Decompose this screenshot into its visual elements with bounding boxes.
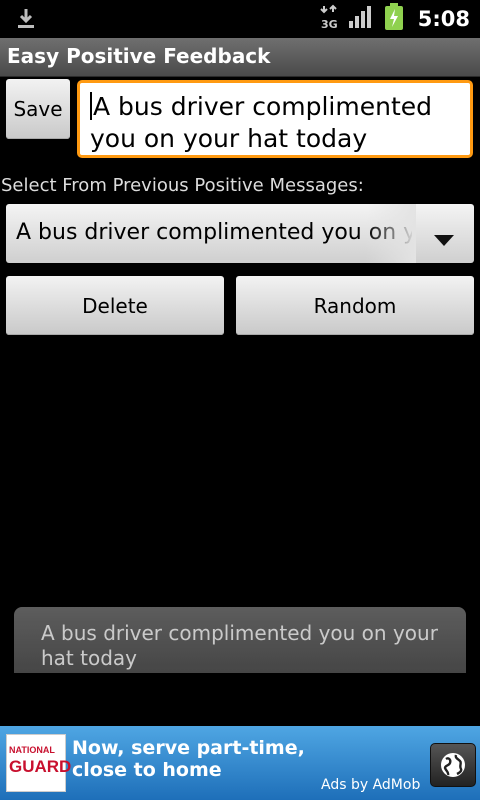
ad-headline: Now, serve part-time, close to home xyxy=(72,737,305,781)
message-input-text: A bus driver complimented you on your ha… xyxy=(90,92,433,153)
app-title-bar: Easy Positive Feedback xyxy=(0,38,480,77)
toast-message: A bus driver complimented you on your ha… xyxy=(14,607,466,673)
ad-credit: Ads by AdMob xyxy=(321,777,421,793)
text-cursor xyxy=(90,92,92,120)
status-bar: 3G 5:08 xyxy=(0,0,480,38)
globe-icon[interactable] xyxy=(430,743,476,787)
download-icon xyxy=(16,8,36,34)
dropdown-text-fade xyxy=(366,204,416,263)
signal-icon xyxy=(348,5,374,33)
svg-text:3G: 3G xyxy=(321,18,338,30)
previous-messages-label: Select From Previous Positive Messages: xyxy=(1,175,364,196)
clock: 5:08 xyxy=(417,7,470,31)
random-button[interactable]: Random xyxy=(236,276,474,335)
delete-button[interactable]: Delete xyxy=(6,276,224,335)
previous-messages-dropdown[interactable]: A bus driver complimented you on your ha… xyxy=(6,204,474,263)
logo-line-2: GUARD xyxy=(9,757,72,776)
network-3g-icon: 3G xyxy=(320,4,338,34)
message-input[interactable]: A bus driver complimented you on your ha… xyxy=(77,80,473,158)
dropdown-selected-value: A bus driver complimented you on your ha… xyxy=(16,220,412,245)
battery-charging-icon xyxy=(384,3,404,35)
save-button[interactable]: Save xyxy=(6,79,70,139)
national-guard-logo: NATIONAL GUARD xyxy=(6,734,71,792)
dropdown-arrow-icon xyxy=(434,228,454,253)
app-title: Easy Positive Feedback xyxy=(7,44,271,68)
logo-line-1: NATIONAL xyxy=(9,745,55,755)
